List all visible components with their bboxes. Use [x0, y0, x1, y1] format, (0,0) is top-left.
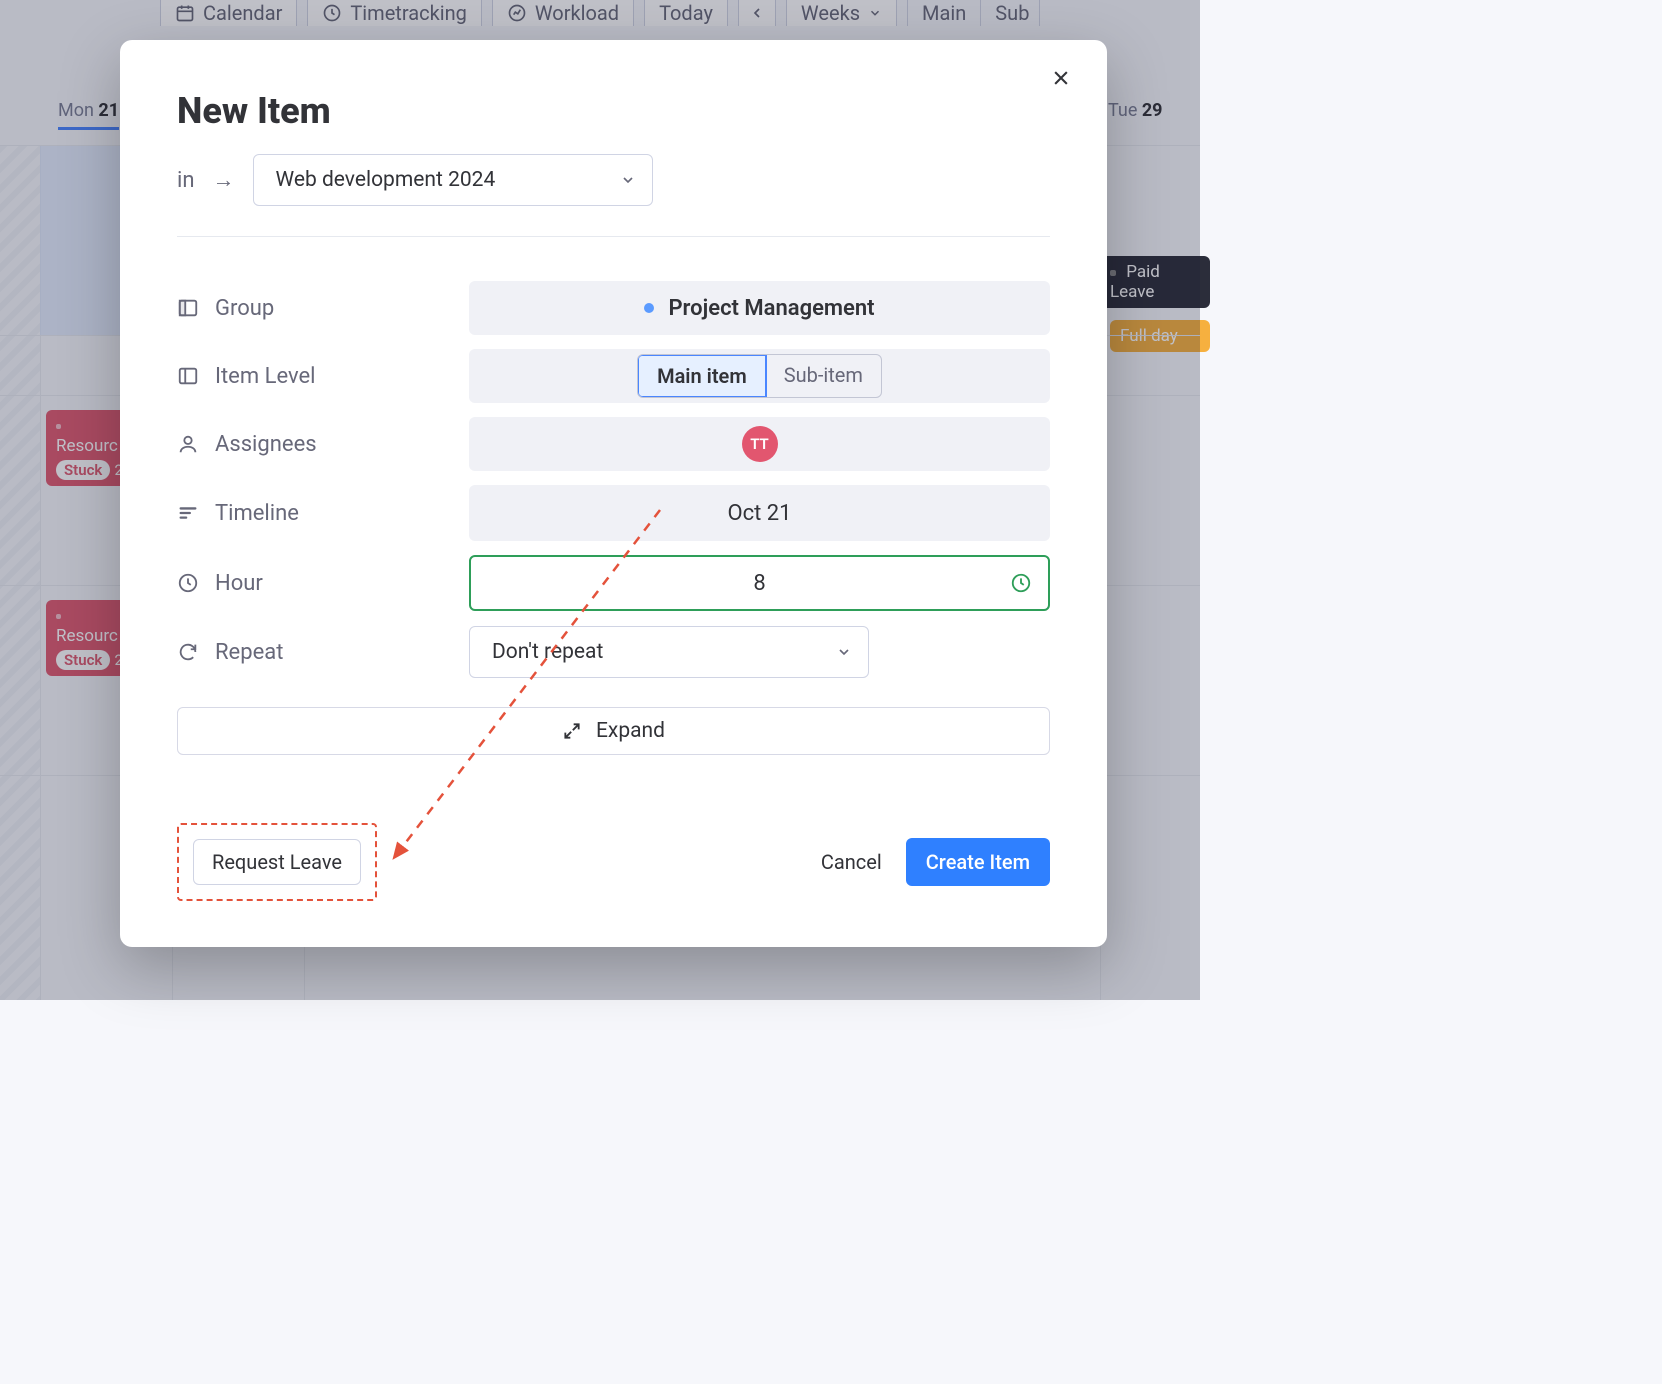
- item-level-sub[interactable]: Sub-item: [766, 355, 881, 397]
- chevron-down-icon: [620, 172, 636, 188]
- clock-icon: [1010, 572, 1032, 594]
- field-row-timeline: Timeline Oct 21: [177, 485, 1050, 541]
- timeline-icon: [177, 502, 199, 524]
- assignees-field[interactable]: TT: [469, 417, 1050, 471]
- project-select[interactable]: Web development 2024: [253, 154, 653, 206]
- repeat-select[interactable]: Don't repeat: [469, 626, 869, 678]
- hour-label: Hour: [215, 571, 263, 596]
- item-level-icon: [177, 365, 199, 387]
- timeline-field[interactable]: Oct 21: [469, 485, 1050, 541]
- repeat-icon: [177, 641, 199, 663]
- group-value-field[interactable]: Project Management: [469, 281, 1050, 335]
- arrow-right-icon: →: [213, 167, 235, 193]
- item-level-segmented: Main item Sub-item: [637, 354, 882, 398]
- timeline-value: Oct 21: [727, 501, 791, 526]
- expand-button[interactable]: Expand: [177, 707, 1050, 755]
- field-row-repeat: Repeat Don't repeat: [177, 625, 1050, 679]
- new-item-modal: New Item in → Web development 2024 Group…: [120, 40, 1107, 947]
- item-level-label: Item Level: [215, 364, 316, 389]
- expand-icon: [562, 721, 582, 741]
- in-label: in: [177, 168, 195, 193]
- modal-title: New Item: [177, 90, 1050, 132]
- repeat-value: Don't repeat: [492, 640, 603, 664]
- field-row-hour: Hour 8: [177, 555, 1050, 611]
- group-icon: [177, 297, 199, 319]
- request-leave-highlight: Request Leave: [177, 823, 377, 901]
- hour-icon: [177, 572, 199, 594]
- field-row-assignees: Assignees TT: [177, 417, 1050, 471]
- field-row-group: Group Project Management: [177, 281, 1050, 335]
- cancel-button[interactable]: Cancel: [821, 850, 882, 874]
- item-level-main[interactable]: Main item: [637, 354, 767, 398]
- assignee-avatar[interactable]: TT: [742, 426, 778, 462]
- create-item-button[interactable]: Create Item: [906, 838, 1050, 886]
- repeat-field-wrap: Don't repeat: [469, 625, 1050, 679]
- project-value: Web development 2024: [276, 168, 496, 192]
- project-selector-row: in → Web development 2024: [177, 154, 1050, 237]
- expand-label: Expand: [596, 719, 665, 743]
- repeat-label: Repeat: [215, 640, 283, 665]
- group-color-dot: [644, 303, 654, 313]
- assignees-label: Assignees: [215, 432, 317, 457]
- hour-value: 8: [753, 571, 765, 596]
- group-value: Project Management: [668, 296, 874, 321]
- item-level-field: Main item Sub-item: [469, 349, 1050, 403]
- modal-footer: Request Leave Cancel Create Item: [177, 823, 1050, 901]
- close-icon[interactable]: [1051, 68, 1071, 88]
- chevron-down-icon: [836, 644, 852, 660]
- group-label: Group: [215, 296, 274, 321]
- field-row-item-level: Item Level Main item Sub-item: [177, 349, 1050, 403]
- timeline-label: Timeline: [215, 501, 299, 526]
- request-leave-button[interactable]: Request Leave: [193, 839, 361, 885]
- assignees-icon: [177, 433, 199, 455]
- hour-input[interactable]: 8: [469, 555, 1050, 611]
